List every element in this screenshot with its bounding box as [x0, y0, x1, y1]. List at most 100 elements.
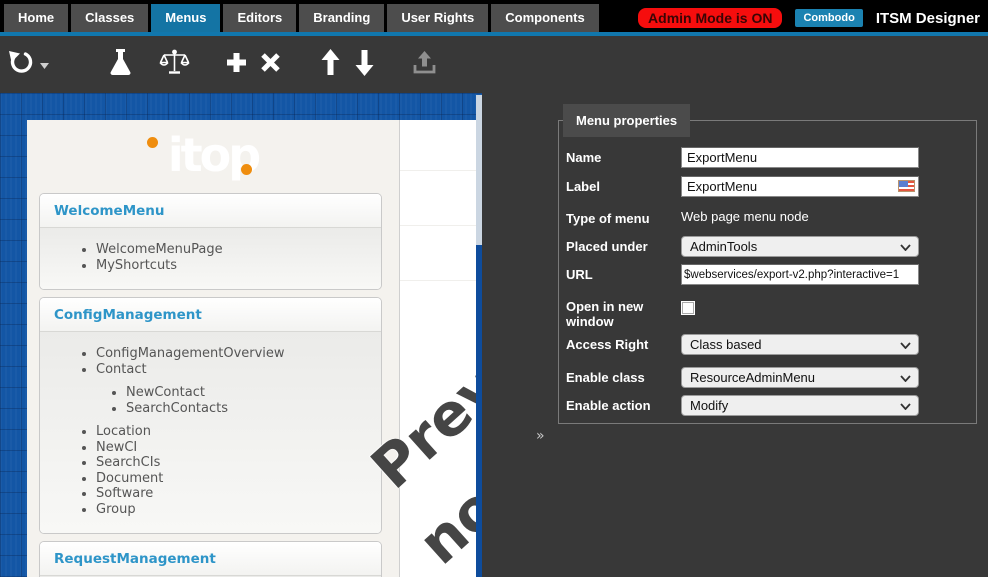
admin-mode-badge: Admin Mode is ON	[638, 8, 782, 28]
menu-item[interactable]: NewCI	[96, 440, 381, 456]
field-row-label: Label	[566, 176, 976, 197]
field-label: URL	[566, 264, 681, 285]
menu-item[interactable]: Location	[96, 424, 381, 440]
menu-properties-form: Name Label Type of menu Web page menu no…	[559, 121, 976, 416]
toolbar	[0, 36, 988, 93]
undo-dropdown-button[interactable]	[37, 44, 51, 86]
collapse-panel-icon[interactable]: »	[536, 428, 545, 444]
dropdown-caret-icon	[40, 56, 49, 74]
upload-icon	[412, 50, 437, 80]
itop-preview-pane: itop WelcomeMenu WelcomeMenuPage MyShort…	[27, 120, 399, 577]
field-row-open-new-window: Open in new window	[566, 296, 976, 330]
preview-scrollbar[interactable]	[476, 95, 482, 577]
field-row-type: Type of menu Web page menu node	[566, 208, 976, 226]
move-down-button[interactable]	[347, 44, 381, 86]
test-button[interactable]	[103, 44, 137, 86]
field-label: Placed under	[566, 236, 681, 257]
menu-item[interactable]: Document	[96, 471, 381, 487]
tab-branding[interactable]: Branding	[299, 4, 384, 32]
logo-dot-icon	[147, 137, 158, 148]
content-separator	[400, 225, 477, 226]
field-label: Open in new window	[566, 296, 681, 330]
field-label: Enable action	[566, 395, 681, 416]
label-input[interactable]	[681, 176, 919, 197]
access-right-select[interactable]: Class based	[681, 334, 919, 355]
enable-action-select[interactable]: Modify	[681, 395, 919, 416]
chevron-down-icon	[900, 403, 911, 410]
preview-scrollbar-thumb[interactable]	[476, 95, 482, 245]
chevron-down-icon	[900, 244, 911, 251]
menu-group-body: WelcomeMenuPage MyShortcuts	[40, 228, 381, 289]
top-navbar: Home Classes Menus Editors Branding User…	[0, 0, 988, 32]
menu-group-header[interactable]: RequestManagement	[40, 542, 381, 576]
tab-home[interactable]: Home	[4, 4, 68, 32]
field-label: Enable class	[566, 367, 681, 388]
menu-item[interactable]: SearchCIs	[96, 455, 381, 471]
menu-item[interactable]: Contact	[96, 362, 381, 378]
chevron-down-icon	[900, 342, 911, 349]
menu-item[interactable]: Software	[96, 486, 381, 502]
us-flag-icon[interactable]	[898, 180, 915, 192]
delete-menu-button[interactable]	[253, 44, 287, 86]
field-row-access-right: Access Right Class based	[566, 334, 976, 355]
url-input[interactable]	[681, 264, 919, 285]
undo-icon	[7, 49, 34, 81]
combodo-badge[interactable]: Combodo	[795, 9, 862, 27]
menu-item[interactable]: WelcomeMenuPage	[96, 242, 381, 258]
menu-properties-fieldset: Menu properties Name Label Type of menu …	[558, 120, 977, 424]
tab-classes[interactable]: Classes	[71, 4, 148, 32]
select-value: Class based	[690, 337, 762, 352]
select-value: Modify	[690, 398, 728, 413]
field-label: Type of menu	[566, 208, 681, 226]
menu-properties-tab: Menu properties	[563, 104, 690, 137]
menu-type-value: Web page menu node	[681, 206, 809, 224]
tab-components[interactable]: Components	[491, 4, 598, 32]
menu-group-config: ConfigManagement ConfigManagementOvervie…	[39, 297, 382, 534]
menu-item[interactable]: NewContact	[126, 385, 381, 401]
arrow-down-icon	[355, 49, 374, 81]
select-value: AdminTools	[690, 239, 757, 254]
add-menu-button[interactable]	[219, 44, 253, 86]
menu-item[interactable]: Group	[96, 502, 381, 518]
menu-group-request: RequestManagement	[39, 541, 382, 577]
logo-dot-icon	[241, 164, 252, 175]
field-label: Label	[566, 176, 681, 197]
scales-icon	[159, 49, 190, 81]
tab-menus[interactable]: Menus	[151, 4, 220, 32]
enable-class-select[interactable]: ResourceAdminMenu	[681, 367, 919, 388]
itsm-designer-window: Home Classes Menus Editors Branding User…	[0, 0, 988, 577]
arrow-up-icon	[321, 49, 340, 81]
upload-button[interactable]	[407, 44, 441, 86]
tab-editors[interactable]: Editors	[223, 4, 296, 32]
menu-group-header[interactable]: ConfigManagement	[40, 298, 381, 332]
itop-logo: itop	[27, 128, 399, 182]
content-separator	[400, 170, 477, 171]
menu-item[interactable]: MyShortcuts	[96, 258, 381, 274]
compare-button[interactable]	[157, 44, 191, 86]
field-row-enable-action: Enable action Modify	[566, 395, 976, 416]
preview-menu-column: WelcomeMenu WelcomeMenuPage MyShortcuts …	[39, 193, 382, 577]
field-row-enable-class: Enable class ResourceAdminMenu	[566, 367, 976, 388]
select-value: ResourceAdminMenu	[690, 370, 815, 385]
menu-item[interactable]: ConfigManagementOverview	[96, 346, 381, 362]
app-title: ITSM Designer	[876, 10, 980, 27]
field-row-url: URL	[566, 264, 976, 285]
nav-tabs: Home Classes Menus Editors Branding User…	[0, 4, 599, 32]
field-row-placed-under: Placed under AdminTools	[566, 236, 976, 257]
menu-item[interactable]: SearchContacts	[126, 401, 381, 417]
flask-icon	[108, 49, 133, 81]
menu-group-header[interactable]: WelcomeMenu	[40, 194, 381, 228]
name-input[interactable]	[681, 147, 919, 168]
navbar-right: Admin Mode is ON Combodo ITSM Designer	[638, 8, 988, 32]
open-new-window-checkbox[interactable]	[681, 301, 695, 315]
placed-under-select[interactable]: AdminTools	[681, 236, 919, 257]
move-up-button[interactable]	[313, 44, 347, 86]
content-separator	[400, 280, 477, 281]
field-label: Name	[566, 147, 681, 168]
tab-user-rights[interactable]: User Rights	[387, 4, 488, 32]
field-row-name: Name	[566, 147, 976, 168]
plus-icon	[226, 52, 247, 78]
menu-group-body: ConfigManagementOverview Contact NewCont…	[40, 332, 381, 533]
undo-button[interactable]	[3, 44, 37, 86]
chevron-down-icon	[900, 375, 911, 382]
